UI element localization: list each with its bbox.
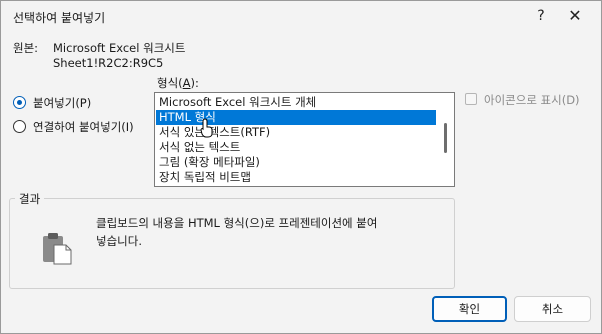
result-label: 결과 xyxy=(15,191,45,207)
list-item[interactable]: 서식 없는 텍스트 xyxy=(156,140,436,155)
result-description: 클립보드의 내용을 HTML 형식(으)로 프레젠테이션에 붙여 넣습니다. xyxy=(96,216,378,248)
source-range: Sheet1!R2C2:R9C5 xyxy=(53,56,164,70)
clipboard-icon xyxy=(43,233,72,265)
paste-radio[interactable]: 붙여넣기(P) xyxy=(13,95,153,111)
ok-button[interactable]: 확인 xyxy=(432,296,507,322)
paste-special-dialog: 선택하여 붙여넣기 ? ✕ 원본: Microsoft Excel 워크시트 S… xyxy=(0,0,602,334)
close-icon: ✕ xyxy=(568,6,582,25)
list-item[interactable]: 서식 있는 텍스트(RTF) xyxy=(156,125,436,140)
scrollbar-thumb[interactable] xyxy=(444,123,447,153)
list-item[interactable]: 그림 (확장 메타파일) xyxy=(156,155,436,170)
radio-indicator xyxy=(13,120,26,133)
mouse-pointer-icon xyxy=(200,118,213,138)
format-listbox[interactable]: Microsoft Excel 워크시트 개체 HTML 형식 서식 있는 텍스… xyxy=(154,92,455,187)
list-item[interactable]: Microsoft Excel 워크시트 개체 xyxy=(156,95,436,110)
help-icon: ? xyxy=(537,8,545,24)
close-button[interactable]: ✕ xyxy=(553,2,597,30)
radio-selected-indicator xyxy=(13,96,26,109)
cancel-button[interactable]: 취소 xyxy=(514,296,591,322)
list-item[interactable]: 장치 독립적 비트맵 xyxy=(156,170,436,185)
paste-link-radio[interactable]: 연결하여 붙여넣기(I) xyxy=(13,119,153,135)
source-label: 원본: xyxy=(13,41,39,55)
display-as-icon-label: 아이콘으로 표시(D) xyxy=(484,93,580,107)
display-as-icon-checkbox[interactable]: 아이콘으로 표시(D) xyxy=(465,92,595,108)
format-label: 형식(A): xyxy=(157,76,199,90)
checkbox-box xyxy=(465,93,477,105)
list-item-selected[interactable]: HTML 형식 xyxy=(156,110,436,125)
dialog-title: 선택하여 붙여넣기 xyxy=(13,11,106,25)
title-bar: 선택하여 붙여넣기 ? ✕ xyxy=(1,1,601,32)
source-app: Microsoft Excel 워크시트 xyxy=(53,41,186,55)
listbox-scrollbar[interactable] xyxy=(437,93,454,186)
paste-link-radio-label: 연결하여 붙여넣기(I) xyxy=(33,120,134,134)
paste-radio-label: 붙여넣기(P) xyxy=(33,96,92,110)
